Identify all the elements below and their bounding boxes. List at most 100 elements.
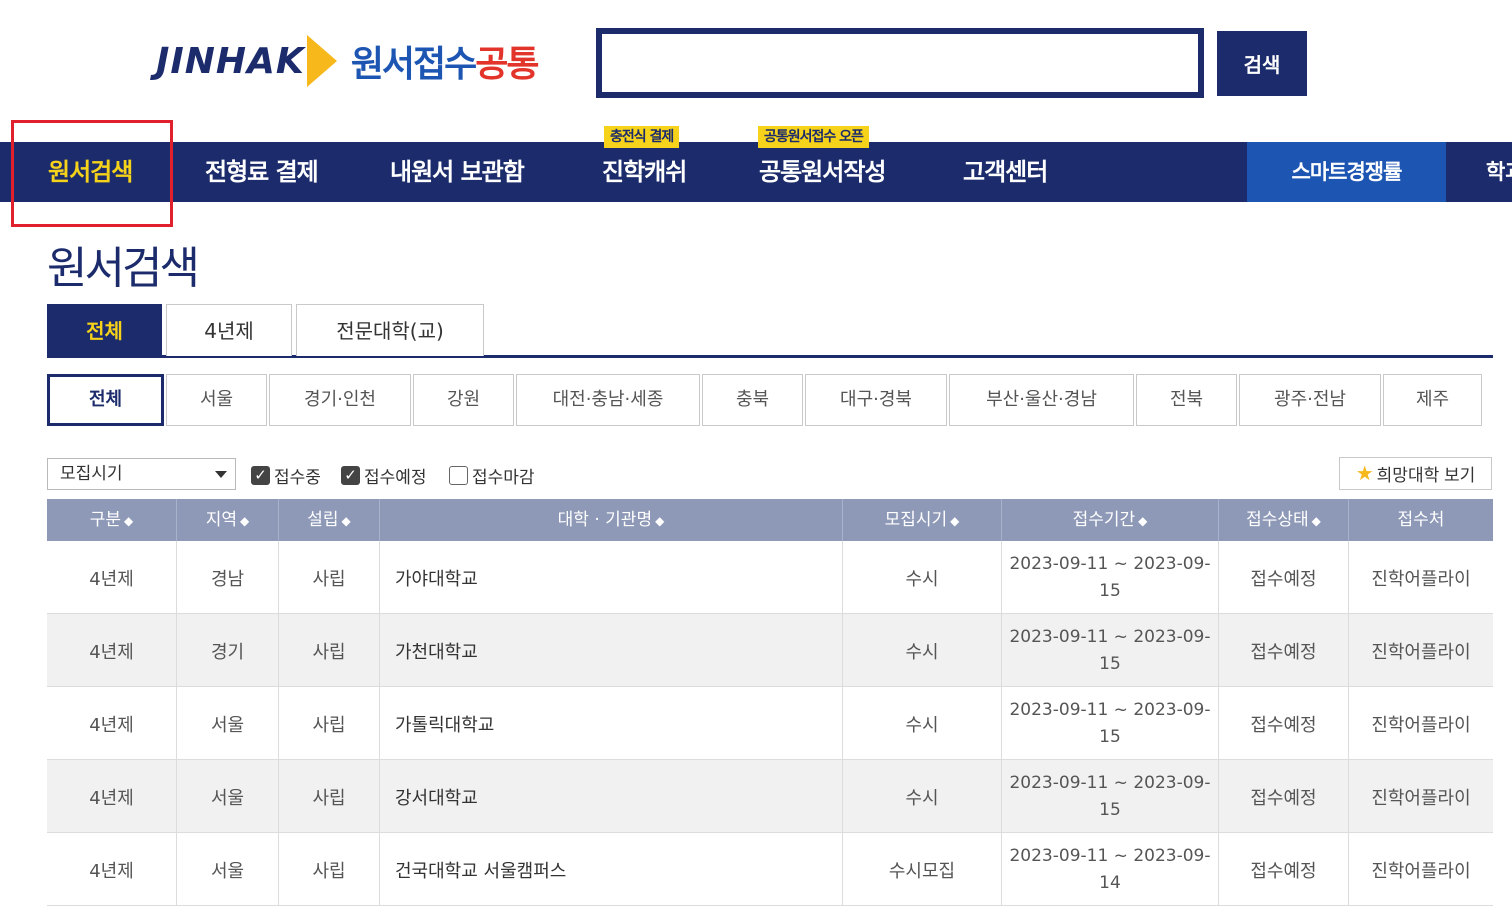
select-value: 모집시기 [60, 464, 123, 484]
cell-agency-link[interactable]: 진학어플라이 [1349, 614, 1493, 687]
search-box [596, 28, 1204, 98]
cell-recruit-period: 수시 [843, 614, 1002, 687]
checkbox-label: 접수예정 [364, 467, 427, 488]
tab-junior-college[interactable]: 전문대학(교) [296, 304, 484, 356]
column-header-agency: 접수처 [1349, 499, 1493, 541]
cell-founding: 사립 [279, 687, 380, 760]
cell-region: 서울 [177, 760, 279, 833]
table-row[interactable]: 4년제 서울 사립 건국대학교 서울캠퍼스 수시모집 2023-09-11 ~ 2023-… [47, 833, 1493, 906]
column-header-label: 지역 [205, 510, 238, 530]
checkbox-scheduled[interactable]: ✓ 접수예정 [341, 464, 427, 488]
column-header-status[interactable]: 접수상태 ◆ [1219, 499, 1349, 541]
table-body: 4년제 경남 사립 가야대학교 수시 2023-09-11 ~ 2023-09-15 접수예… [47, 541, 1493, 906]
cell-status: 접수예정 [1219, 541, 1349, 614]
checkbox-checked-icon[interactable]: ✓ [341, 465, 360, 485]
main-nav: 원서검색 전형료 결제 내원서 보관함 진학캐쉬 공통원서작성 고객센터 스마트… [0, 142, 1512, 202]
column-header-university[interactable]: 대학 · 기관명 ◆ [380, 499, 843, 541]
region-gwangju-jeonnam[interactable]: 광주·전남 [1239, 374, 1381, 426]
nav-item-more[interactable]: 학과 [1486, 142, 1512, 202]
column-header-type[interactable]: 구분 ◆ [47, 499, 177, 541]
cell-recruit-period: 수시 [843, 687, 1002, 760]
cell-university-link[interactable]: 가톨릭대학교 [380, 687, 843, 760]
logo-text-red: 공통 [475, 44, 539, 85]
region-jeju[interactable]: 제주 [1383, 374, 1482, 426]
wish-button-label: 희망대학 보기 [1376, 466, 1476, 485]
recruitment-period-select[interactable]: 모집시기 [47, 458, 236, 490]
cell-recruit-period: 수시모집 [843, 833, 1002, 906]
column-header-region[interactable]: 지역 ◆ [177, 499, 279, 541]
cell-agency-link[interactable]: 진학어플라이 [1349, 687, 1493, 760]
region-daegu-gyeongbuk[interactable]: 대구·경북 [805, 374, 947, 426]
tab-all[interactable]: 전체 [47, 304, 162, 356]
cell-agency-link[interactable]: 진학어플라이 [1349, 541, 1493, 614]
region-jeonbuk[interactable]: 전북 [1136, 374, 1237, 426]
cell-university-link[interactable]: 강서대학교 [380, 760, 843, 833]
region-all[interactable]: 전체 [47, 374, 164, 426]
cell-founding: 사립 [279, 760, 380, 833]
cell-region: 경남 [177, 541, 279, 614]
sort-icon: ◆ [124, 514, 134, 528]
cell-agency-link[interactable]: 진학어플라이 [1349, 760, 1493, 833]
search-input[interactable] [612, 38, 1188, 88]
badge-common-application-open: 공통원서접수 오픈 [758, 126, 869, 148]
region-seoul[interactable]: 서울 [166, 374, 267, 426]
sort-icon: ◆ [655, 514, 665, 528]
region-gangwon[interactable]: 강원 [413, 374, 514, 426]
nav-smart-competition[interactable]: 스마트경쟁률 [1247, 142, 1446, 202]
search-button[interactable]: 검색 [1217, 31, 1307, 96]
page-title: 원서검색 [47, 243, 200, 294]
star-icon: ★ [1355, 463, 1374, 485]
wish-university-button[interactable]: ★ 희망대학 보기 [1339, 457, 1492, 490]
cell-type: 4년제 [47, 687, 177, 760]
nav-item-fee-payment[interactable]: 전형료 결제 [205, 142, 319, 202]
checkbox-receiving[interactable]: ✓ 접수중 [251, 464, 321, 488]
cell-status: 접수예정 [1219, 760, 1349, 833]
category-tabs: 전체 4년제 전문대학(교) [47, 304, 1493, 358]
column-header-recruit-period[interactable]: 모집시기 ◆ [843, 499, 1002, 541]
table-row[interactable]: 4년제 경남 사립 가야대학교 수시 2023-09-11 ~ 2023-09-15 접수예… [47, 541, 1493, 614]
column-header-label: 구분 [89, 510, 122, 530]
cell-application-period: 2023-09-11 ~ 2023-09-15 [1002, 687, 1219, 760]
column-header-label: 접수처 [1397, 510, 1445, 530]
nav-item-common-application[interactable]: 공통원서작성 [759, 142, 886, 202]
region-chungbuk[interactable]: 충북 [702, 374, 803, 426]
nav-item-jinhak-cash[interactable]: 진학캐쉬 [602, 142, 687, 202]
cell-status: 접수예정 [1219, 833, 1349, 906]
cell-region: 서울 [177, 687, 279, 760]
table-row[interactable]: 4년제 서울 사립 강서대학교 수시 2023-09-11 ~ 2023-09-15 접수예… [47, 760, 1493, 833]
sort-icon: ◆ [1311, 514, 1321, 528]
region-gyeonggi-incheon[interactable]: 경기·인천 [269, 374, 411, 426]
tab-four-year[interactable]: 4년제 [166, 304, 292, 356]
nav-item-my-applications[interactable]: 내원서 보관함 [390, 142, 525, 202]
cell-founding: 사립 [279, 833, 380, 906]
region-daejeon-chungnam-sejong[interactable]: 대전·충남·세종 [516, 374, 700, 426]
cell-founding: 사립 [279, 541, 380, 614]
cell-region: 경기 [177, 614, 279, 687]
cell-status: 접수예정 [1219, 614, 1349, 687]
table-header: 구분 ◆ 지역 ◆ 설립 ◆ 대학 · 기관명 ◆ 모집시기 ◆ 접수기간 ◆ 접수상태 ◆ … [47, 499, 1493, 541]
cell-recruit-period: 수시 [843, 541, 1002, 614]
cell-application-period: 2023-09-11 ~ 2023-09-15 [1002, 614, 1219, 687]
sort-icon: ◆ [1138, 514, 1148, 528]
column-header-label: 접수기간 [1072, 510, 1136, 530]
column-header-application-period[interactable]: 접수기간 ◆ [1002, 499, 1219, 541]
checkbox-checked-icon[interactable]: ✓ [251, 465, 270, 485]
nav-item-customer-center[interactable]: 고객센터 [963, 142, 1048, 202]
cell-recruit-period: 수시 [843, 760, 1002, 833]
cell-university-link[interactable]: 건국대학교 서울캠퍼스 [380, 833, 843, 906]
column-header-founding[interactable]: 설립 ◆ [279, 499, 380, 541]
checkbox-closed[interactable]: 접수마감 [449, 464, 535, 488]
checkbox-label: 접수마감 [472, 467, 535, 488]
cell-agency-link[interactable]: 진학어플라이 [1349, 833, 1493, 906]
region-busan-ulsan-gyeongnam[interactable]: 부산·울산·경남 [949, 374, 1134, 426]
cell-status: 접수예정 [1219, 687, 1349, 760]
sort-icon: ◆ [341, 514, 351, 528]
cell-university-link[interactable]: 가야대학교 [380, 541, 843, 614]
table-row[interactable]: 4년제 서울 사립 가톨릭대학교 수시 2023-09-11 ~ 2023-09-15 접수… [47, 687, 1493, 760]
site-logo[interactable]: JINHAK 원서접수 공통 [156, 30, 540, 92]
cell-university-link[interactable]: 가천대학교 [380, 614, 843, 687]
nav-item-application-search[interactable]: 원서검색 [48, 142, 133, 202]
table-row[interactable]: 4년제 경기 사립 가천대학교 수시 2023-09-11 ~ 2023-09-15 접수예… [47, 614, 1493, 687]
cell-application-period: 2023-09-11 ~ 2023-09-14 [1002, 833, 1219, 906]
checkbox-unchecked-icon[interactable] [449, 465, 468, 485]
